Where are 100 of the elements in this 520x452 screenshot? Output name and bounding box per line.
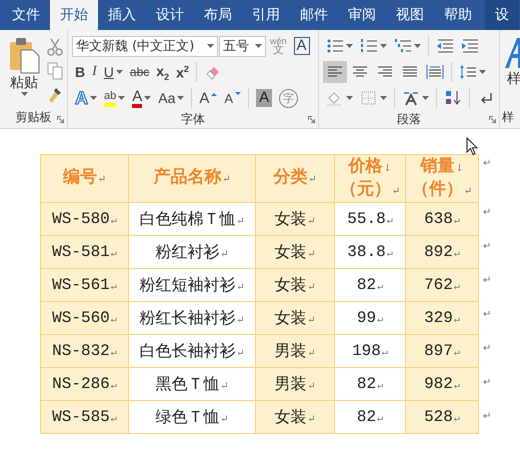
decrease-indent-icon [436,38,454,54]
table-cell: 892↵ [406,236,479,269]
caret-icon [346,96,353,100]
numbered-list-icon [360,38,378,54]
underline-button[interactable]: U [100,61,126,83]
dialog-launcher-icon[interactable] [489,116,496,123]
caret-icon [479,70,486,74]
font-name-dropdown[interactable]: 华文新魏 (中文正文) [72,36,218,56]
caret-icon [414,44,421,48]
clipboard-icon [8,36,40,74]
dialog-launcher-icon[interactable] [308,116,315,123]
align-left-button[interactable] [323,61,347,83]
column-header: 价格↓ （元）↵ [335,155,406,203]
table-cell: 329↵ [406,302,479,335]
row-end-mark: ↵ [483,240,492,254]
distribute-icon [426,64,444,80]
column-header: 编号↵ [41,155,129,203]
group-label: 段落 [397,110,421,128]
paste-button[interactable]: 粘贴 [4,34,44,106]
caret-icon [346,44,353,48]
table-cell: 762↵ [406,269,479,302]
shrink-font-button[interactable]: A [221,87,244,109]
caret-icon [207,44,214,48]
ribbon-tab[interactable]: 帮助 [434,0,482,30]
caret-icon [422,96,429,100]
group-label: 剪贴板 [16,108,52,126]
ribbon-tab[interactable]: 引用 [242,0,290,30]
table-cell: WS-560↵ [41,302,129,335]
row-end-mark: ↵ [483,410,492,424]
caret-icon [380,44,387,48]
table-cell: NS-832↵ [41,335,129,368]
table-cell: 99↵ [335,302,406,335]
paint-bucket-icon [326,90,344,106]
row-end-mark: ↵ [483,376,492,390]
table-cell: 女装↵ [256,302,335,335]
row-end-mark: ↵ [483,274,492,288]
borders-icon [360,90,378,106]
caret-icon [20,92,28,96]
table-cell: 女装↵ [256,236,335,269]
table-cell: 男装↵ [256,335,335,368]
increase-indent-icon [461,38,479,54]
table-cell: 982↵ [406,368,479,401]
eraser-icon [204,64,222,80]
row-end-mark: ↵ [483,342,492,356]
row-end-mark: ↵ [483,157,492,171]
ribbon-tab[interactable]: 邮件 [290,0,338,30]
caret-icon [255,44,262,48]
change-case-button[interactable]: Aa [155,87,188,109]
strikethrough-button[interactable]: abc [126,61,152,83]
table-cell: WS-581↵ [41,236,129,269]
ribbon-tab[interactable]: 设计 [146,0,194,30]
table-cell: 82↵ [335,269,406,302]
table-cell: 82↵ [335,401,406,434]
font-color-button[interactable]: A [129,87,154,109]
row-end-mark: ↵ [483,308,492,322]
bold-button[interactable]: B [72,61,88,83]
table-cell: 女装↵ [256,203,335,236]
table-cell: 粉红衬衫↵ [129,236,256,269]
row-end-mark: ↵ [483,206,492,220]
column-header: 产品名称↵ [129,155,256,203]
mouse-pointer-icon [466,137,478,156]
superscript-button[interactable]: x$^{2}$ [173,61,192,83]
table-cell: 女装↵ [256,401,335,434]
ribbon-tab[interactable]: 视图 [386,0,434,30]
table-cell: 528↵ [406,401,479,434]
ribbon-tab[interactable]: 开始 [50,0,98,30]
group-label: 样 [502,108,514,126]
bullet-list-icon [326,38,344,54]
caret-icon [380,96,387,100]
table-cell: WS-585↵ [41,401,129,434]
group-label: 字体 [181,110,205,128]
ribbon-tab[interactable]: 布局 [194,0,242,30]
table-cell: 粉红长袖衬衫↵ [129,302,256,335]
table-cell: 82↵ [335,368,406,401]
subscript-button[interactable]: x$_{2}$ [153,61,172,83]
column-header: 分类↵ [256,155,335,203]
table-cell: 绿色Ｔ恤↵ [129,401,256,434]
table-cell: 黑色Ｔ恤↵ [129,368,256,401]
table-cell: WS-580↵ [41,203,129,236]
dialog-launcher-icon[interactable] [57,116,64,123]
font-size-dropdown[interactable]: 五号 [219,36,266,56]
table-cell: 白色长袖衬衫↵ [129,335,256,368]
ribbon-tab[interactable]: 设 [485,0,519,30]
table-cell: 55.8↵ [335,203,406,236]
ribbon-tab[interactable]: 审阅 [338,0,386,30]
table-cell: 198↵ [335,335,406,368]
ribbon-tab[interactable]: 插入 [98,0,146,30]
grow-font-button[interactable]: A [196,87,220,109]
sort-icon [444,90,462,106]
styles-icon [503,36,520,70]
column-header: 销量↓ （件）↵ [406,155,479,203]
highlight-button[interactable]: ab [101,87,128,109]
table-cell: 男装↵ [256,368,335,401]
table-cell: WS-561↵ [41,269,129,302]
table-cell: 女装↵ [256,269,335,302]
table-cell: 38.8↵ [335,236,406,269]
ribbon-tab[interactable]: 文件 [2,0,50,30]
asian-layout-icon [402,90,420,106]
italic-button[interactable]: I [89,61,100,83]
table-cell: 白色纯棉Ｔ恤↵ [129,203,256,236]
